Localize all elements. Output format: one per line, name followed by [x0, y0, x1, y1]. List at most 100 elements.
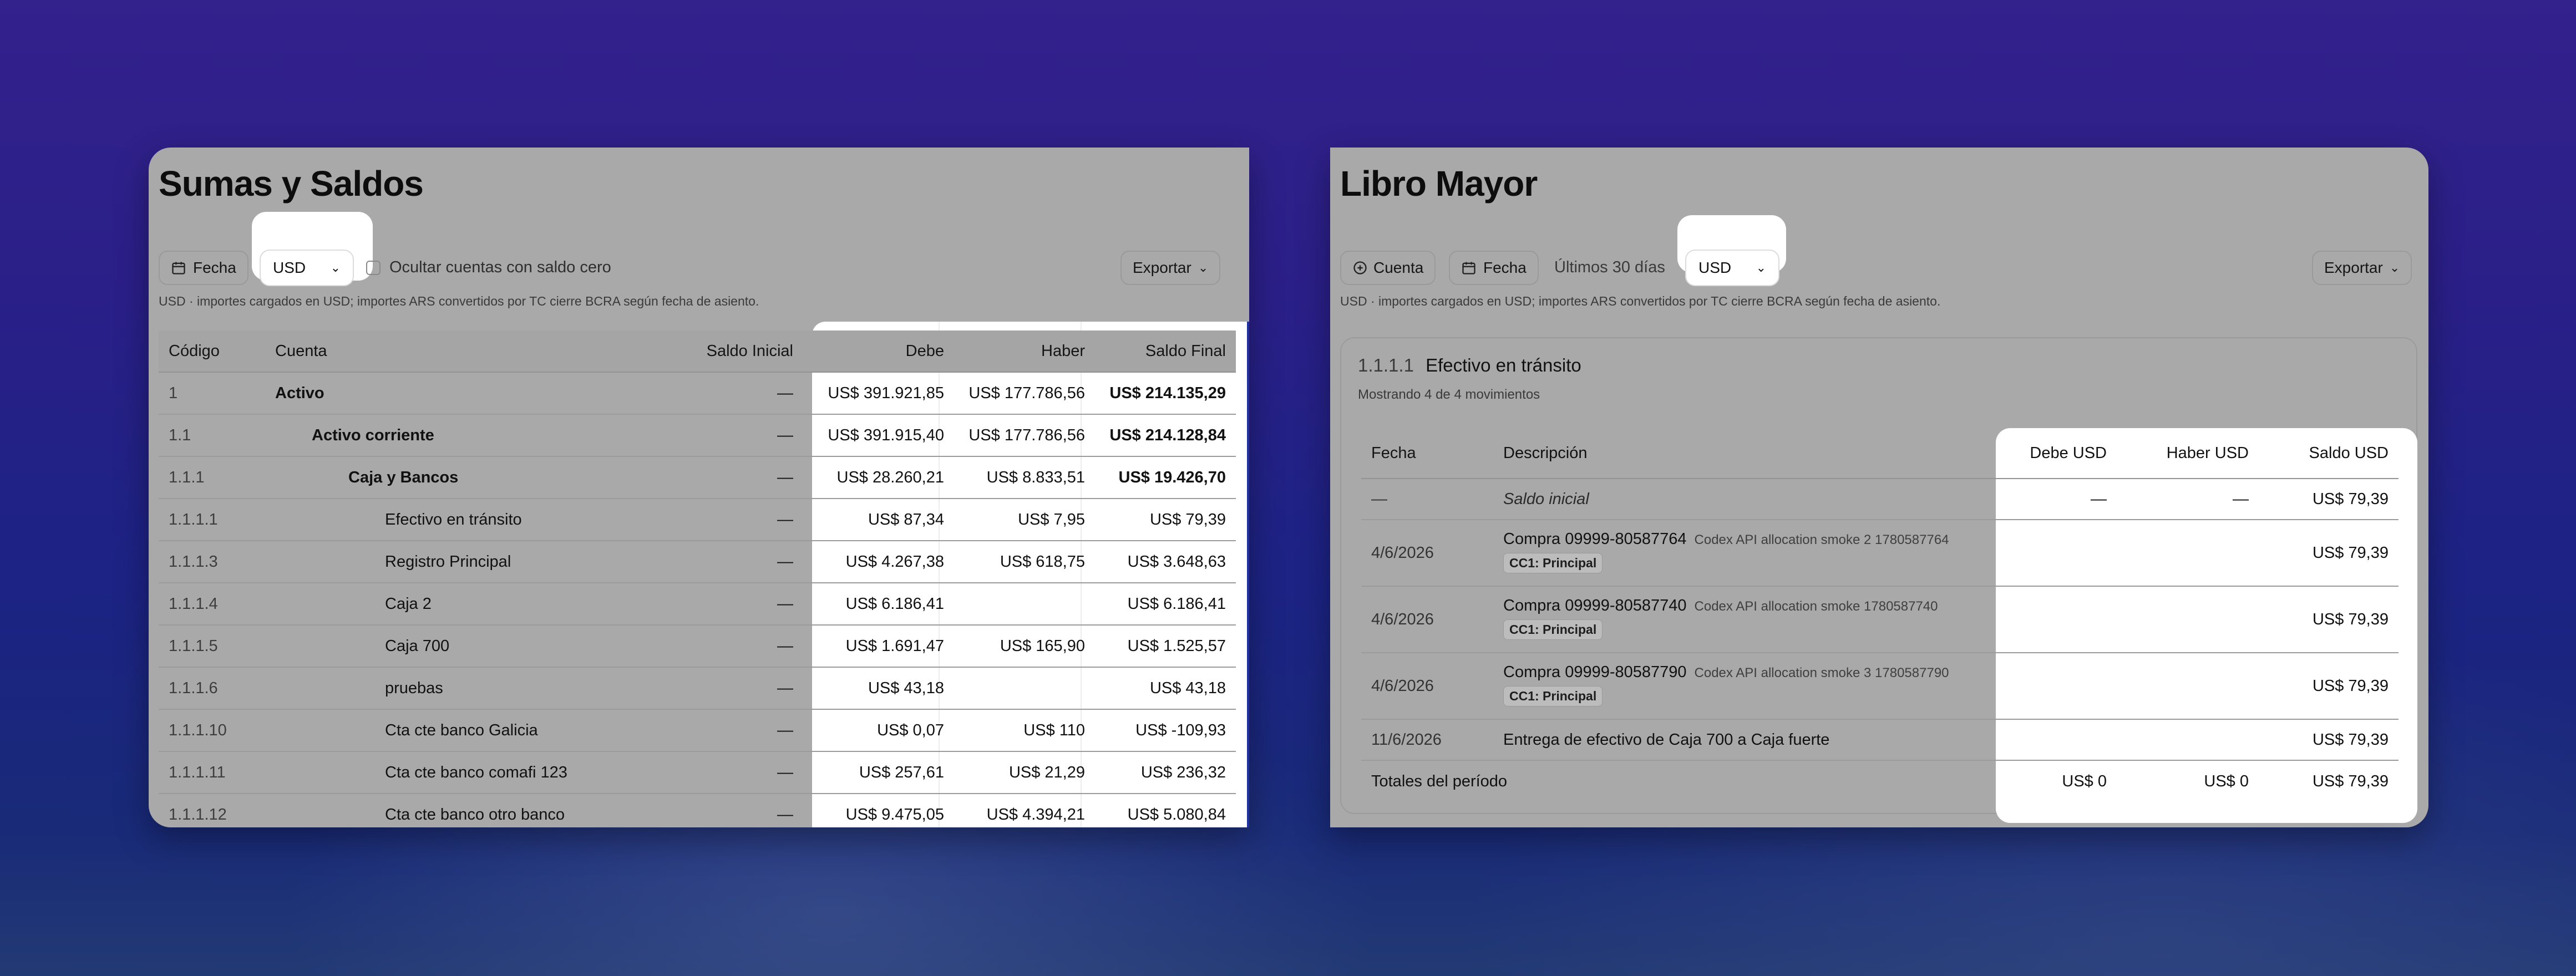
currency-value: USD	[1698, 259, 1732, 276]
table-row[interactable]: 4/6/2026 Compra 09999-80587764 Codex API a…	[1361, 520, 2398, 587]
header-code: Código	[169, 342, 220, 360]
row-account: Cta cte banco Galicia	[385, 721, 538, 739]
currency-note: USD · importes cargados en USD; importes…	[159, 294, 759, 308]
table-row[interactable]: 1.1.1.10 Cta cte banco Galicia — US$ 0,07 US…	[159, 710, 1236, 752]
account-name: Efectivo en tránsito	[1426, 355, 1581, 375]
plus-circle-icon	[1353, 261, 1367, 274]
row-code: 1.1.1	[169, 468, 205, 486]
row-final: US$ 79,39	[1149, 510, 1226, 528]
row-date: 4/6/2026	[1371, 610, 1434, 628]
row-account: Cta cte banco otro banco	[385, 805, 565, 824]
row-code: 1.1.1.12	[169, 805, 227, 824]
table-row[interactable]: 11/6/2026 Entrega de efectivo de Caja 70…	[1361, 720, 2398, 761]
row-haber: US$ 618,75	[1000, 552, 1085, 571]
table-row[interactable]: 4/6/2026 Compra 09999-80587790 Codex API a…	[1361, 653, 2398, 720]
totals-row: Totales del período US$ 0 US$ 0 US$ 79,3…	[1361, 761, 2398, 802]
table-row[interactable]: 1.1.1 Caja y Bancos — US$ 28.260,21 US$ 8.83…	[159, 457, 1236, 499]
row-description: Compra 09999-80587740	[1503, 597, 1687, 614]
row-initial: —	[777, 468, 793, 486]
row-initial: —	[777, 721, 793, 739]
row-saldo: US$ 79,39	[2312, 730, 2389, 749]
table-row[interactable]: 1.1.1.11 Cta cte banco comafi 123 — US$ 257…	[159, 752, 1236, 794]
date-filter-button[interactable]: Fecha	[159, 251, 249, 285]
movements-count: Mostrando 4 de 4 movimientos	[1358, 387, 1540, 402]
row-description: Compra 09999-80587790	[1503, 663, 1687, 681]
header-date: Fecha	[1371, 444, 1416, 462]
row-meta: Codex API allocation smoke 3 1780587790	[1694, 665, 1949, 680]
row-initial: —	[777, 552, 793, 571]
row-code: 1.1.1.6	[169, 679, 218, 697]
header-description: Descripción	[1503, 444, 1588, 462]
row-description-block: Compra 09999-80587764 Codex API allocatio…	[1503, 530, 1949, 573]
account-filter-label: Cuenta	[1373, 259, 1424, 276]
table-row[interactable]: 1.1.1.4 Caja 2 — US$ 6.186,41 US$ 6.186,41	[159, 583, 1236, 626]
table-row[interactable]: 1.1.1.1 Efectivo en tránsito — US$ 87,34 US$…	[159, 499, 1236, 541]
header-haber: Haber USD	[2166, 444, 2249, 462]
row-account: Cta cte banco comafi 123	[385, 763, 567, 781]
row-final: US$ 6.186,41	[1127, 594, 1226, 613]
row-code: 1.1	[169, 426, 191, 444]
row-code: 1.1.1.5	[169, 637, 218, 655]
row-debe: US$ 43,18	[868, 679, 944, 697]
libro-mayor-panel: Libro Mayor Cuenta Fecha Últimos 30 días…	[1330, 148, 2428, 827]
currency-select[interactable]: USD ⌄	[1685, 250, 1779, 286]
table-row[interactable]: 1 Activo — US$ 391.921,85 US$ 177.786,56 US$ …	[159, 373, 1236, 415]
row-haber: US$ 165,90	[1000, 637, 1085, 655]
totals-debe: US$ 0	[2062, 772, 2107, 790]
table-row[interactable]: 1.1.1.12 Cta cte banco otro banco — US$ 9.4…	[159, 794, 1236, 827]
export-label: Exportar	[1133, 259, 1191, 276]
opening-saldo: US$ 79,39	[2312, 490, 2389, 508]
row-final: US$ 214.135,29	[1109, 384, 1226, 402]
date-range-text: Últimos 30 días	[1554, 258, 1665, 276]
row-account: Registro Principal	[385, 552, 511, 571]
row-initial: —	[777, 426, 793, 444]
chevron-down-icon: ⌄	[1198, 261, 1209, 274]
date-filter-button[interactable]: Fecha	[1449, 251, 1539, 285]
row-haber: US$ 177.786,56	[968, 426, 1085, 444]
row-meta: Codex API allocation smoke 1780587740	[1694, 599, 1938, 614]
currency-select[interactable]: USD ⌄	[260, 250, 354, 286]
row-code: 1.1.1.4	[169, 594, 218, 613]
table-row[interactable]: 4/6/2026 Compra 09999-80587740 Codex API a…	[1361, 587, 2398, 653]
row-account: Activo corriente	[312, 426, 434, 444]
row-haber: US$ 110	[1023, 721, 1085, 739]
export-button[interactable]: Exportar ⌄	[1120, 251, 1221, 285]
totals-haber: US$ 0	[2204, 772, 2249, 790]
row-haber: US$ 4.394,21	[986, 805, 1085, 824]
row-initial: —	[777, 763, 793, 781]
currency-value: USD	[273, 259, 306, 276]
table-row[interactable]: 1.1.1.6 pruebas — US$ 43,18 US$ 43,18	[159, 668, 1236, 710]
currency-note: USD · importes cargados en USD; importes…	[1340, 294, 1941, 308]
row-date: 4/6/2026	[1371, 543, 1434, 562]
header-debe: Debe	[905, 342, 944, 360]
hide-zero-label: Ocultar cuentas con saldo cero	[389, 258, 611, 276]
row-final: US$ 5.080,84	[1127, 805, 1226, 824]
row-description-block: Compra 09999-80587740 Codex API allocatio…	[1503, 597, 1938, 640]
row-debe: US$ 257,61	[859, 763, 944, 781]
page-title: Sumas y Saldos	[159, 164, 424, 204]
row-haber: US$ 21,29	[1008, 763, 1085, 781]
row-code: 1.1.1.11	[169, 763, 226, 781]
account-filter-button[interactable]: Cuenta	[1340, 251, 1436, 285]
opening-date: —	[1371, 490, 1387, 508]
row-debe: US$ 87,34	[868, 510, 944, 528]
row-final: US$ -109,93	[1135, 721, 1226, 739]
table-row[interactable]: 1.1.1.3 Registro Principal — US$ 4.267,38 US…	[159, 541, 1236, 583]
opening-balance-row: — Saldo inicial — — US$ 79,39	[1361, 479, 2398, 520]
row-debe: US$ 1.691,47	[845, 637, 944, 655]
row-initial: —	[777, 679, 793, 697]
export-button[interactable]: Exportar ⌄	[2312, 251, 2412, 285]
row-final: US$ 3.648,63	[1127, 552, 1226, 571]
row-debe: US$ 391.915,40	[828, 426, 944, 444]
row-saldo: US$ 79,39	[2312, 543, 2389, 562]
calendar-icon	[1462, 262, 1475, 274]
table-header: Fecha Descripción Debe USD Haber USD Sal…	[1361, 428, 2398, 479]
header-account: Cuenta	[275, 342, 327, 360]
table-row[interactable]: 1.1 Activo corriente — US$ 391.915,40 US$ 17…	[159, 415, 1236, 457]
totals-label: Totales del período	[1371, 772, 1508, 790]
hide-zero-checkbox[interactable]	[366, 261, 381, 275]
row-account: Caja y Bancos	[348, 468, 459, 486]
table-row[interactable]: 1.1.1.5 Caja 700 — US$ 1.691,47 US$ 165,90 US…	[159, 626, 1236, 668]
panel-edge	[1247, 322, 1249, 827]
header-final: Saldo Final	[1145, 342, 1226, 360]
